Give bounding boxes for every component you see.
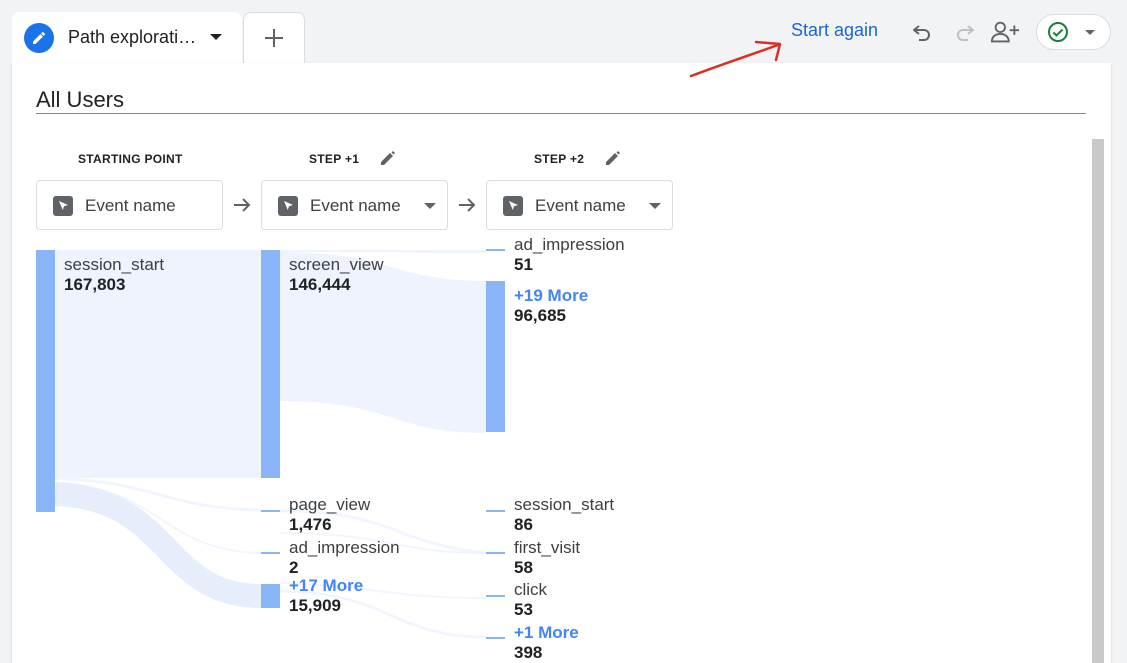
more-link[interactable]: +19 More [514, 286, 588, 306]
share-user-icon[interactable] [990, 17, 1020, 47]
node-label[interactable]: session_start [64, 255, 164, 275]
node-value: 146,444 [289, 275, 351, 294]
status-dropdown[interactable] [1036, 14, 1111, 50]
more-link[interactable]: +17 More [289, 576, 363, 596]
node-bar-screen-view [261, 250, 280, 478]
start-again-button[interactable]: Start again [791, 20, 878, 41]
plus-icon [265, 29, 283, 47]
node-bar-more [486, 637, 505, 639]
node-bar-session-start [36, 250, 55, 512]
node-value: 96,685 [514, 306, 566, 325]
more-link[interactable]: +1 More [514, 623, 579, 643]
node-bar-first-visit [486, 552, 505, 554]
add-tab-button[interactable] [243, 12, 305, 63]
undo-icon[interactable] [907, 17, 937, 47]
node-label[interactable]: screen_view [289, 255, 384, 275]
tab-label: Path explorati… [68, 27, 197, 47]
scrollbar[interactable] [1092, 139, 1104, 663]
exploration-canvas: All Users STARTING POINT STEP +1 STEP +2… [12, 63, 1111, 663]
node-value: 15,909 [289, 596, 341, 615]
redo-icon[interactable] [950, 17, 980, 47]
node-label[interactable]: page_view [289, 495, 370, 515]
node-value: 58 [514, 558, 533, 577]
node-value: 1,476 [289, 515, 332, 534]
node-label[interactable]: session_start [514, 495, 614, 515]
node-value: 53 [514, 600, 533, 619]
pencil-icon [24, 23, 54, 53]
node-label[interactable]: ad_impression [289, 538, 400, 558]
path-flow-diagram [36, 249, 505, 639]
node-label[interactable]: ad_impression [514, 235, 625, 255]
node-label[interactable]: first_visit [514, 538, 580, 558]
node-bar-more [486, 281, 505, 432]
check-circle-icon [1048, 22, 1068, 42]
node-bar-more [261, 584, 280, 608]
node-bar-click [486, 595, 505, 597]
node-value: 2 [289, 558, 299, 577]
tab-path-exploration[interactable]: Path explorati… [12, 12, 242, 63]
node-value: 86 [514, 515, 533, 534]
node-bar-page-view [261, 510, 280, 512]
caret-down-icon[interactable] [210, 34, 222, 40]
node-value: 51 [514, 255, 533, 274]
node-value: 167,803 [64, 275, 126, 294]
node-bar-session-start [486, 510, 505, 512]
node-bar-ad-impression [261, 552, 280, 554]
node-bar-ad-impression [486, 249, 505, 251]
flow-link [280, 250, 486, 253]
node-label[interactable]: click [514, 580, 547, 600]
caret-down-icon [1085, 30, 1095, 35]
node-value: 398 [514, 643, 543, 662]
